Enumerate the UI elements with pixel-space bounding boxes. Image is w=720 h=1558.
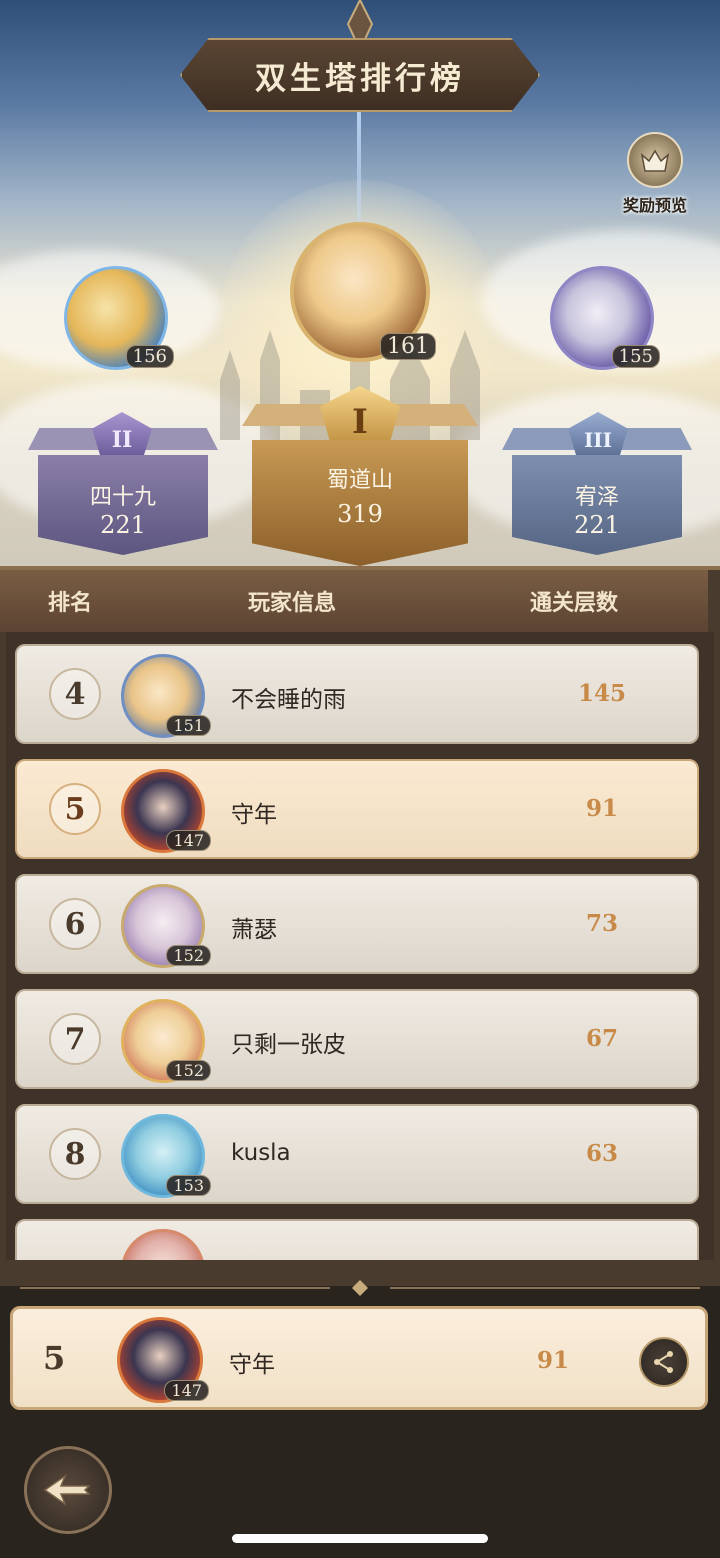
home-indicator (232, 1534, 488, 1543)
avatar[interactable]: 153 (121, 1114, 211, 1198)
avatar-level: 156 (125, 345, 174, 368)
list-item[interactable]: 5 147 守年 91 (15, 759, 699, 859)
player-name: 萧瑟 (231, 917, 277, 943)
player-name: kusla (231, 1140, 291, 1166)
podium-rank-1[interactable]: 蜀道山 319 (252, 440, 468, 566)
avatar-level: 151 (166, 715, 211, 736)
player-score: 145 (577, 680, 626, 707)
back-button[interactable] (24, 1446, 112, 1534)
my-score: 91 (536, 1347, 569, 1374)
podium-score: 319 (337, 500, 383, 528)
crown-chest-icon (627, 132, 683, 188)
column-player: 玩家信息 (248, 591, 337, 616)
avatar-level: 153 (166, 1175, 211, 1196)
reward-preview-button[interactable]: 奖励预览 (610, 132, 700, 222)
avatar[interactable]: 147 (121, 769, 211, 853)
avatar-rank-2[interactable]: 156 (64, 266, 174, 370)
avatar-level: 147 (164, 1380, 209, 1401)
list-item[interactable]: 7 152 只剩一张皮 67 (15, 989, 699, 1089)
player-score: 67 (585, 1025, 618, 1052)
back-arrow-icon (43, 1473, 91, 1507)
player-score: 63 (585, 1140, 618, 1167)
column-header: 排名 玩家信息 通关层数 (0, 570, 708, 632)
player-name: 守年 (231, 802, 277, 828)
player-name: 只剩一张皮 (231, 1032, 346, 1058)
column-rank: 排名 (48, 591, 93, 616)
avatar-level: 155 (611, 345, 660, 368)
avatar[interactable]: 147 (117, 1317, 209, 1403)
avatar[interactable]: 152 (121, 999, 211, 1083)
my-name: 守年 (229, 1352, 275, 1378)
list-item[interactable] (15, 1219, 699, 1260)
share-icon (654, 1351, 673, 1373)
avatar[interactable]: 152 (121, 884, 211, 968)
avatar-rank-1[interactable]: 161 (290, 222, 436, 362)
my-rank-bar[interactable]: 5 147 守年 91 (10, 1306, 708, 1410)
section-divider (20, 1280, 700, 1296)
podium-score: 221 (100, 511, 146, 539)
list-item[interactable]: 4 151 不会睡的雨 145 (15, 644, 699, 744)
avatar-level: 147 (166, 830, 211, 851)
podium-name: 宥泽 (574, 485, 619, 510)
avatar[interactable] (121, 1229, 205, 1260)
avatar-level: 152 (166, 1060, 211, 1081)
podium-name: 四十九 (89, 485, 156, 510)
my-rank-number: 5 (43, 1339, 66, 1377)
podium-score: 221 (574, 511, 620, 539)
avatar-level: 152 (166, 945, 211, 966)
row-rank: 6 (49, 898, 101, 950)
reward-preview-label: 奖励预览 (622, 196, 687, 215)
avatar-level: 161 (380, 333, 436, 360)
row-rank: 5 (49, 783, 101, 835)
column-floors: 通关层数 (530, 591, 619, 616)
row-rank: 8 (49, 1128, 101, 1180)
player-score: 91 (585, 795, 618, 822)
avatar-rank-3[interactable]: 155 (550, 266, 660, 370)
title-banner: 双生塔排行榜 (180, 38, 540, 112)
podium-rank-3[interactable]: 宥泽 221 (512, 455, 682, 555)
player-score: 73 (585, 910, 618, 937)
podium-rank-2[interactable]: 四十九 221 (38, 455, 208, 555)
row-rank: 7 (49, 1013, 101, 1065)
list-item[interactable]: 8 153 kusla 63 (15, 1104, 699, 1204)
leaderboard-panel: 排名 玩家信息 通关层数 4 151 不会睡的雨 145 5 147 守年 91 (0, 566, 720, 1286)
row-rank: 4 (49, 668, 101, 720)
player-name: 不会睡的雨 (231, 687, 346, 713)
list-item[interactable]: 6 152 萧瑟 73 (15, 874, 699, 974)
avatar[interactable]: 151 (121, 654, 211, 738)
share-button[interactable] (639, 1337, 689, 1387)
podium-name: 蜀道山 (326, 468, 393, 493)
page-title: 双生塔排行榜 (255, 60, 465, 97)
leaderboard-list[interactable]: 4 151 不会睡的雨 145 5 147 守年 91 6 152 萧瑟 73 … (6, 632, 714, 1260)
